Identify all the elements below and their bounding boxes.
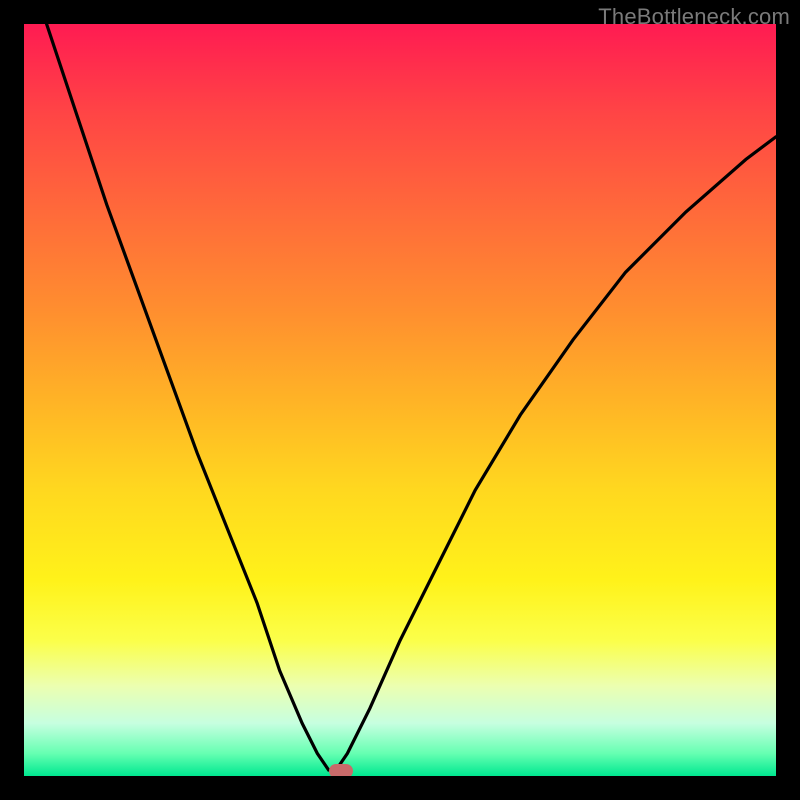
watermark-text: TheBottleneck.com xyxy=(598,4,790,30)
chart-frame xyxy=(0,0,800,800)
